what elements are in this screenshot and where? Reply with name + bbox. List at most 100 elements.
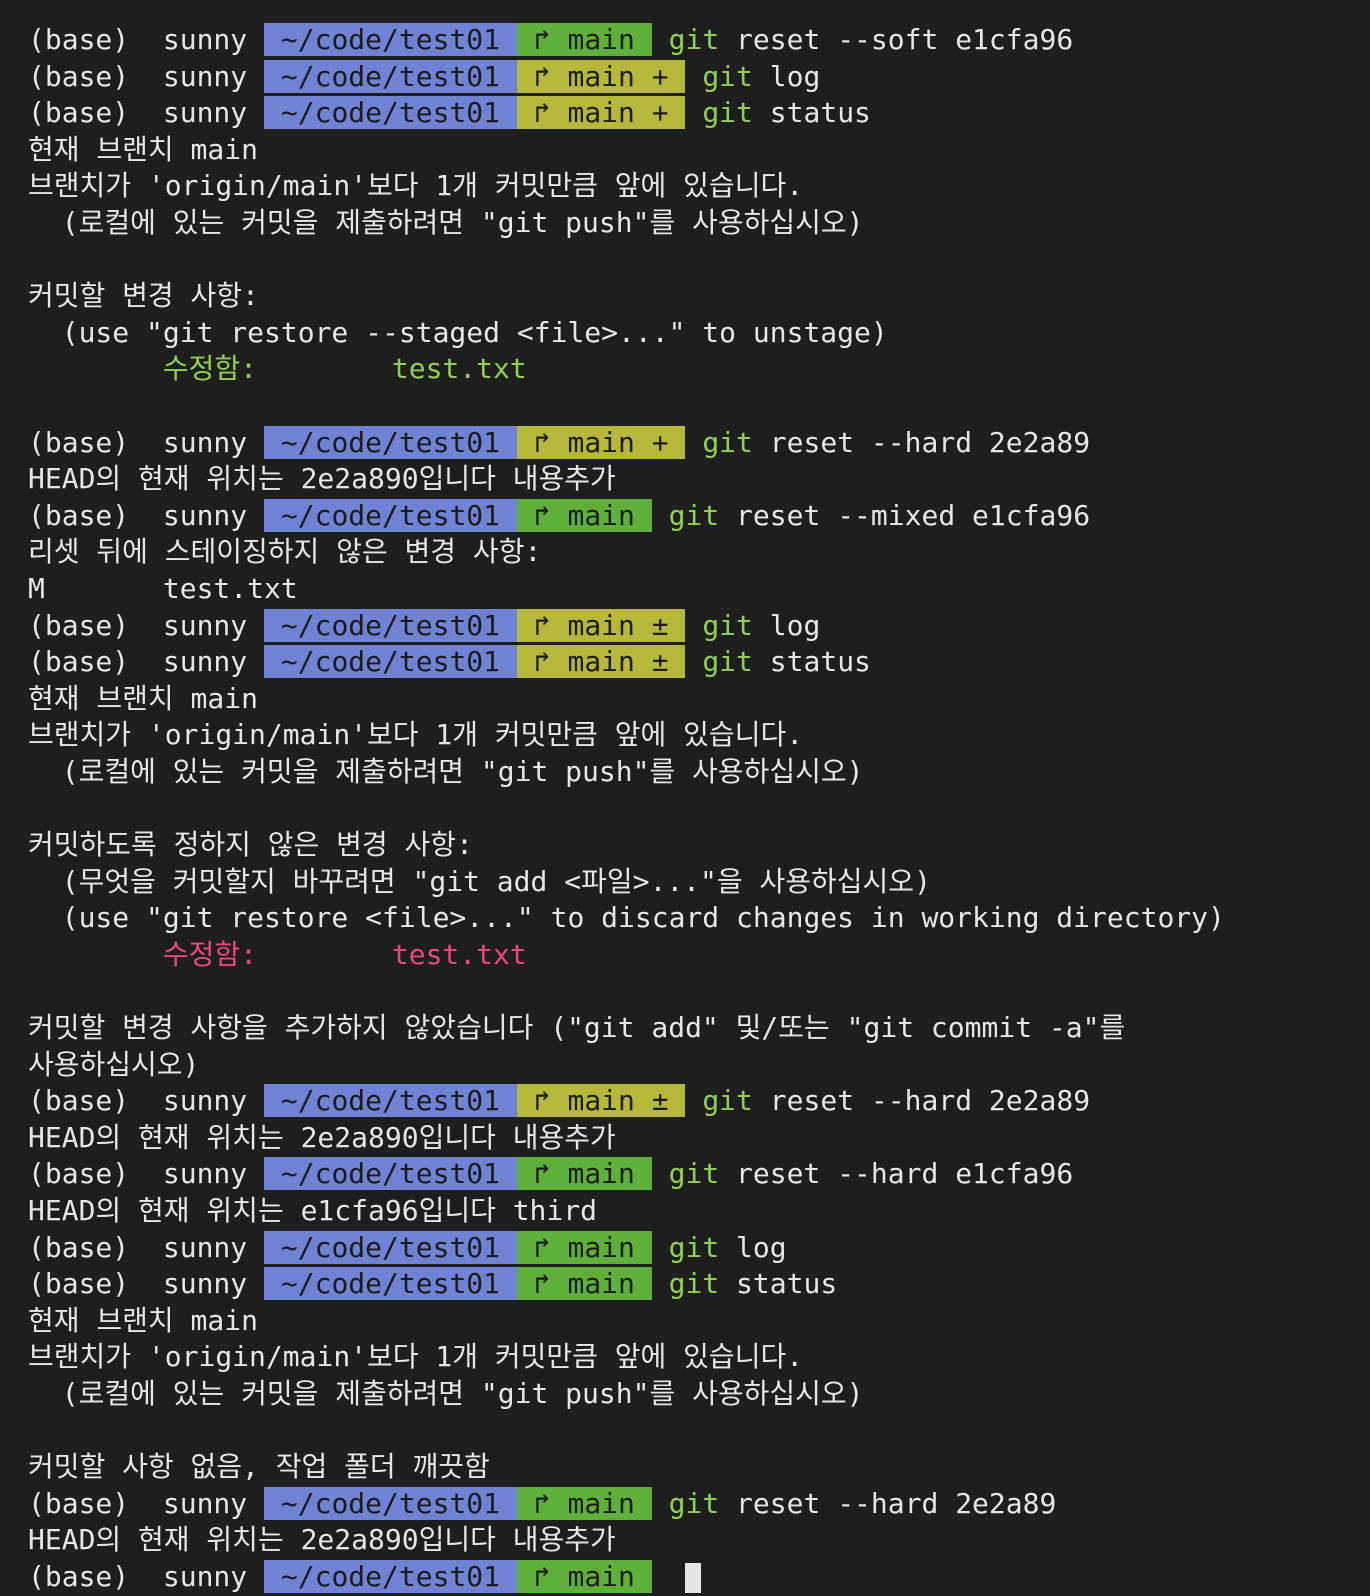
command-name: git <box>668 1267 720 1301</box>
directory-segment: ~/code/test01 <box>264 1486 517 1520</box>
command-args: status <box>736 1267 838 1301</box>
output-text: 커밋할 변경 사항을 추가하지 않았습니다 ("git add" 및/또는 "g… <box>28 1011 1126 1045</box>
command-args: reset --hard 2e2a89 <box>769 1084 1091 1118</box>
git-branch-segment: ↱ main <box>516 1559 652 1593</box>
output-line: HEAD의 현재 위치는 2e2a890입니다 내용추가 <box>28 461 1360 498</box>
command-args: log <box>736 1230 787 1264</box>
output-text: (로컬에 있는 커밋을 제출하려면 "git push"를 사용하십시오) <box>28 754 864 788</box>
command-name: git <box>668 23 720 56</box>
command-name: git <box>702 1084 753 1118</box>
directory-segment: ~/code/test01 <box>264 425 517 459</box>
prompt-context: (base) sunny <box>28 1486 265 1520</box>
output-line: 브랜치가 'origin/main'보다 1개 커밋만큼 앞에 있습니다. <box>28 168 1360 205</box>
output-text: 현재 브랜치 main <box>28 132 258 166</box>
output-line: HEAD의 현재 위치는 e1cfa96입니다 third <box>28 1193 1360 1230</box>
directory-segment: ~/code/test01 <box>264 1559 517 1593</box>
output-text: (로컬에 있는 커밋을 제출하려면 "git push"를 사용하십시오) <box>28 205 864 239</box>
prompt-line: (base) sunny ~/code/test01 ↱ main + git … <box>28 59 1360 96</box>
output-text: (use "git restore <file>..." to discard … <box>28 901 1225 935</box>
prompt-line: (base) sunny ~/code/test01 ↱ main ± git … <box>28 1083 1360 1120</box>
command-args: status <box>769 645 871 679</box>
directory-segment: ~/code/test01 <box>264 645 517 679</box>
directory-segment: ~/code/test01 <box>264 96 517 130</box>
terminal-cursor[interactable] <box>685 1562 702 1593</box>
output-text: HEAD의 현재 위치는 2e2a890입니다 내용추가 <box>28 1523 616 1557</box>
output-text: 커밋할 변경 사항: <box>28 279 259 313</box>
git-branch-segment: ↱ main ± <box>516 608 686 642</box>
output-line: 브랜치가 'origin/main'보다 1개 커밋만큼 앞에 있습니다. <box>28 1339 1360 1376</box>
output-line: (로컬에 있는 커밋을 제출하려면 "git push"를 사용하십시오) <box>28 205 1360 242</box>
prompt-context: (base) sunny <box>28 498 265 532</box>
git-branch-segment: ↱ main <box>516 1230 652 1264</box>
prompt-context: (base) sunny <box>28 425 265 459</box>
command-name: git <box>702 645 753 679</box>
git-branch-segment: ↱ main ± <box>516 1084 686 1118</box>
output-line: 현재 브랜치 main <box>28 1303 1360 1340</box>
directory-segment: ~/code/test01 <box>264 1267 517 1301</box>
output-text: HEAD의 현재 위치는 e1cfa96입니다 third <box>28 1194 597 1227</box>
output-line: (로컬에 있는 커밋을 제출하려면 "git push"를 사용하십시오) <box>28 754 1360 791</box>
output-line: 브랜치가 'origin/main'보다 1개 커밋만큼 앞에 있습니다. <box>28 717 1360 754</box>
directory-segment: ~/code/test01 <box>264 1084 517 1118</box>
command-name: git <box>702 96 753 130</box>
output-text: 브랜치가 'origin/main'보다 1개 커밋만큼 앞에 있습니다. <box>28 169 804 203</box>
output-text: 브랜치가 'origin/main'보다 1개 커밋만큼 앞에 있습니다. <box>28 1340 804 1374</box>
output-line: 커밋할 변경 사항을 추가하지 않았습니다 ("git add" 및/또는 "g… <box>28 1010 1360 1047</box>
prompt-context: (base) sunny <box>28 1559 265 1593</box>
command-name: git <box>668 1486 720 1520</box>
output-text: 현재 브랜치 main <box>28 1303 258 1337</box>
command-args: reset --hard 2e2a89 <box>736 1486 1057 1520</box>
command-args: reset --hard 2e2a89 <box>769 425 1091 459</box>
output-text: 현재 브랜치 main <box>28 681 258 715</box>
command-args: reset --mixed e1cfa96 <box>736 498 1091 532</box>
output-text: 브랜치가 'origin/main'보다 1개 커밋만큼 앞에 있습니다. <box>28 718 804 752</box>
output-line: 커밋할 사항 없음, 작업 폴더 깨끗함 <box>28 1449 1360 1486</box>
output-line: (무엇을 커밋할지 바꾸려면 "git add <파일>..."을 사용하십시오… <box>28 864 1360 901</box>
command-name: git <box>702 59 753 93</box>
terminal-output[interactable]: (base) sunny ~/code/test01 ↱ main git re… <box>28 22 1360 1596</box>
prompt-line: (base) sunny ~/code/test01 ↱ main git re… <box>28 1156 1360 1193</box>
output-text: (무엇을 커밋할지 바꾸려면 "git add <파일>..."을 사용하십시오… <box>28 864 931 898</box>
directory-segment: ~/code/test01 <box>264 608 517 642</box>
command-args: reset --hard e1cfa96 <box>736 1157 1074 1191</box>
output-text: HEAD의 현재 위치는 2e2a890입니다 내용추가 <box>28 462 616 496</box>
output-text: (use "git restore --staged <file>..." to… <box>28 315 888 349</box>
output-line: (use "git restore <file>..." to discard … <box>28 900 1360 937</box>
output-text: 수정함: test.txt <box>28 937 527 971</box>
command-args: status <box>769 96 871 130</box>
command-name: git <box>668 1230 720 1264</box>
directory-segment: ~/code/test01 <box>264 1230 517 1264</box>
git-branch-segment: ↱ main + <box>516 59 686 93</box>
output-line: 리셋 뒤에 스테이징하지 않은 변경 사항: <box>28 534 1360 571</box>
prompt-context: (base) sunny <box>28 23 265 56</box>
directory-segment: ~/code/test01 <box>264 23 517 56</box>
prompt-line: (base) sunny ~/code/test01 ↱ main <box>28 1559 1360 1596</box>
command-name: git <box>668 1157 720 1191</box>
command-name: git <box>702 608 753 642</box>
output-line: HEAD의 현재 위치는 2e2a890입니다 내용추가 <box>28 1522 1360 1559</box>
prompt-line: (base) sunny ~/code/test01 ↱ main git lo… <box>28 1230 1360 1267</box>
output-line: 커밋하도록 정하지 않은 변경 사항: <box>28 827 1360 864</box>
output-text: M test.txt <box>28 571 298 605</box>
git-branch-segment: ↱ main + <box>516 96 686 130</box>
git-branch-segment: ↱ main ± <box>516 645 686 679</box>
command-name: git <box>668 498 720 532</box>
